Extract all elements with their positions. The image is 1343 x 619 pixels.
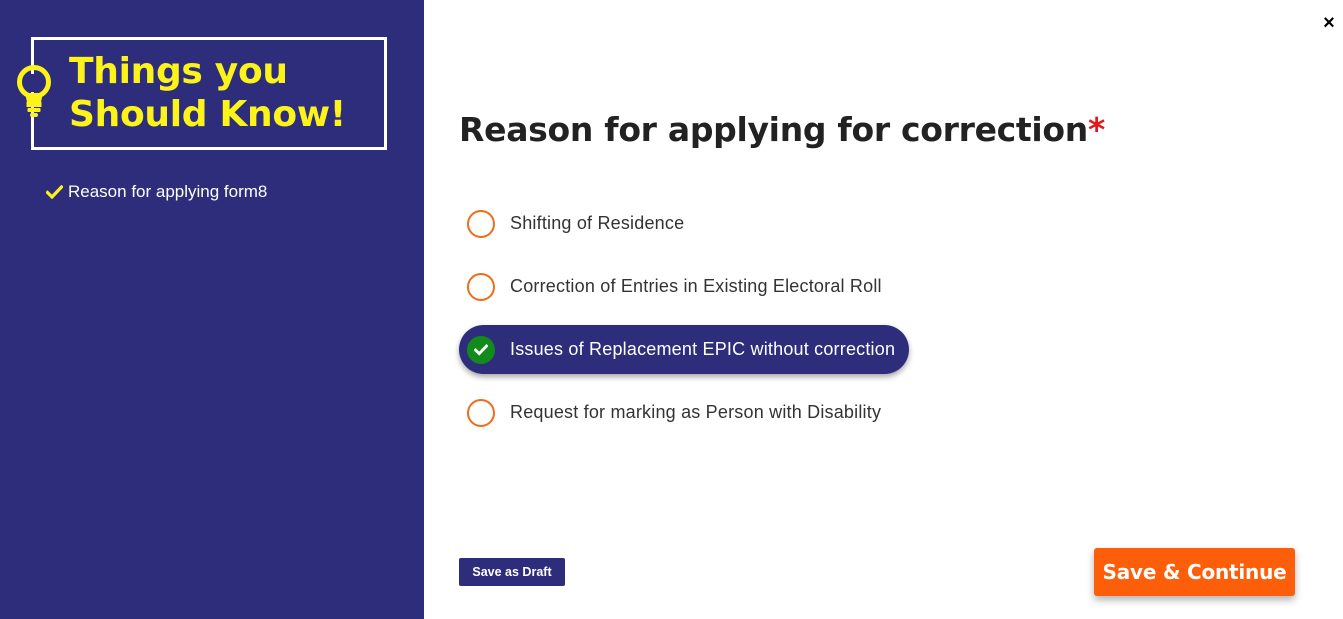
close-icon: ×: [1323, 11, 1335, 34]
page-title-text: Reason for applying for correction: [459, 110, 1088, 149]
option-person-with-disability[interactable]: Request for marking as Person with Disab…: [459, 388, 895, 437]
save-and-continue-button[interactable]: Save & Continue: [1094, 548, 1295, 596]
option-label: Correction of Entries in Existing Electo…: [510, 276, 882, 296]
radio-button[interactable]: [467, 398, 495, 427]
tips-list: Reason for applying form8: [46, 181, 267, 203]
sidebar: Things you Should Know! Reason for apply…: [0, 0, 424, 619]
radio-button[interactable]: [467, 272, 495, 301]
check-circle-icon: [474, 343, 488, 356]
close-button[interactable]: ×: [1319, 11, 1339, 34]
option-shifting-of-residence[interactable]: Shifting of Residence: [459, 199, 698, 248]
tip-label: Reason for applying form8: [68, 182, 268, 201]
info-box-title-line2: Should Know!: [69, 94, 346, 135]
lightbulb-icon: [17, 65, 51, 117]
tip-item[interactable]: Reason for applying form8: [46, 181, 267, 203]
checkmark-icon: [46, 185, 63, 199]
radio-button[interactable]: [467, 209, 495, 238]
option-label: Issues of Replacement EPIC without corre…: [510, 339, 896, 359]
app: Things you Should Know! Reason for apply…: [0, 0, 1343, 619]
option-label: Request for marking as Person with Disab…: [510, 402, 882, 422]
page-title: Reason for applying for correction*: [459, 108, 1105, 152]
option-correction-of-entries[interactable]: Correction of Entries in Existing Electo…: [459, 262, 896, 311]
info-box-title: Things you Should Know!: [69, 50, 369, 136]
option-replacement-epic[interactable]: Issues of Replacement EPIC without corre…: [459, 325, 910, 374]
save-as-draft-button[interactable]: Save as Draft: [459, 558, 565, 586]
option-label: Shifting of Residence: [510, 213, 685, 233]
radio-button-selected[interactable]: [467, 335, 495, 364]
required-mark: *: [1087, 110, 1105, 149]
info-box-title-line1: Things you: [69, 51, 288, 92]
reason-options: Shifting of Residence Correction of Entr…: [459, 199, 1159, 451]
